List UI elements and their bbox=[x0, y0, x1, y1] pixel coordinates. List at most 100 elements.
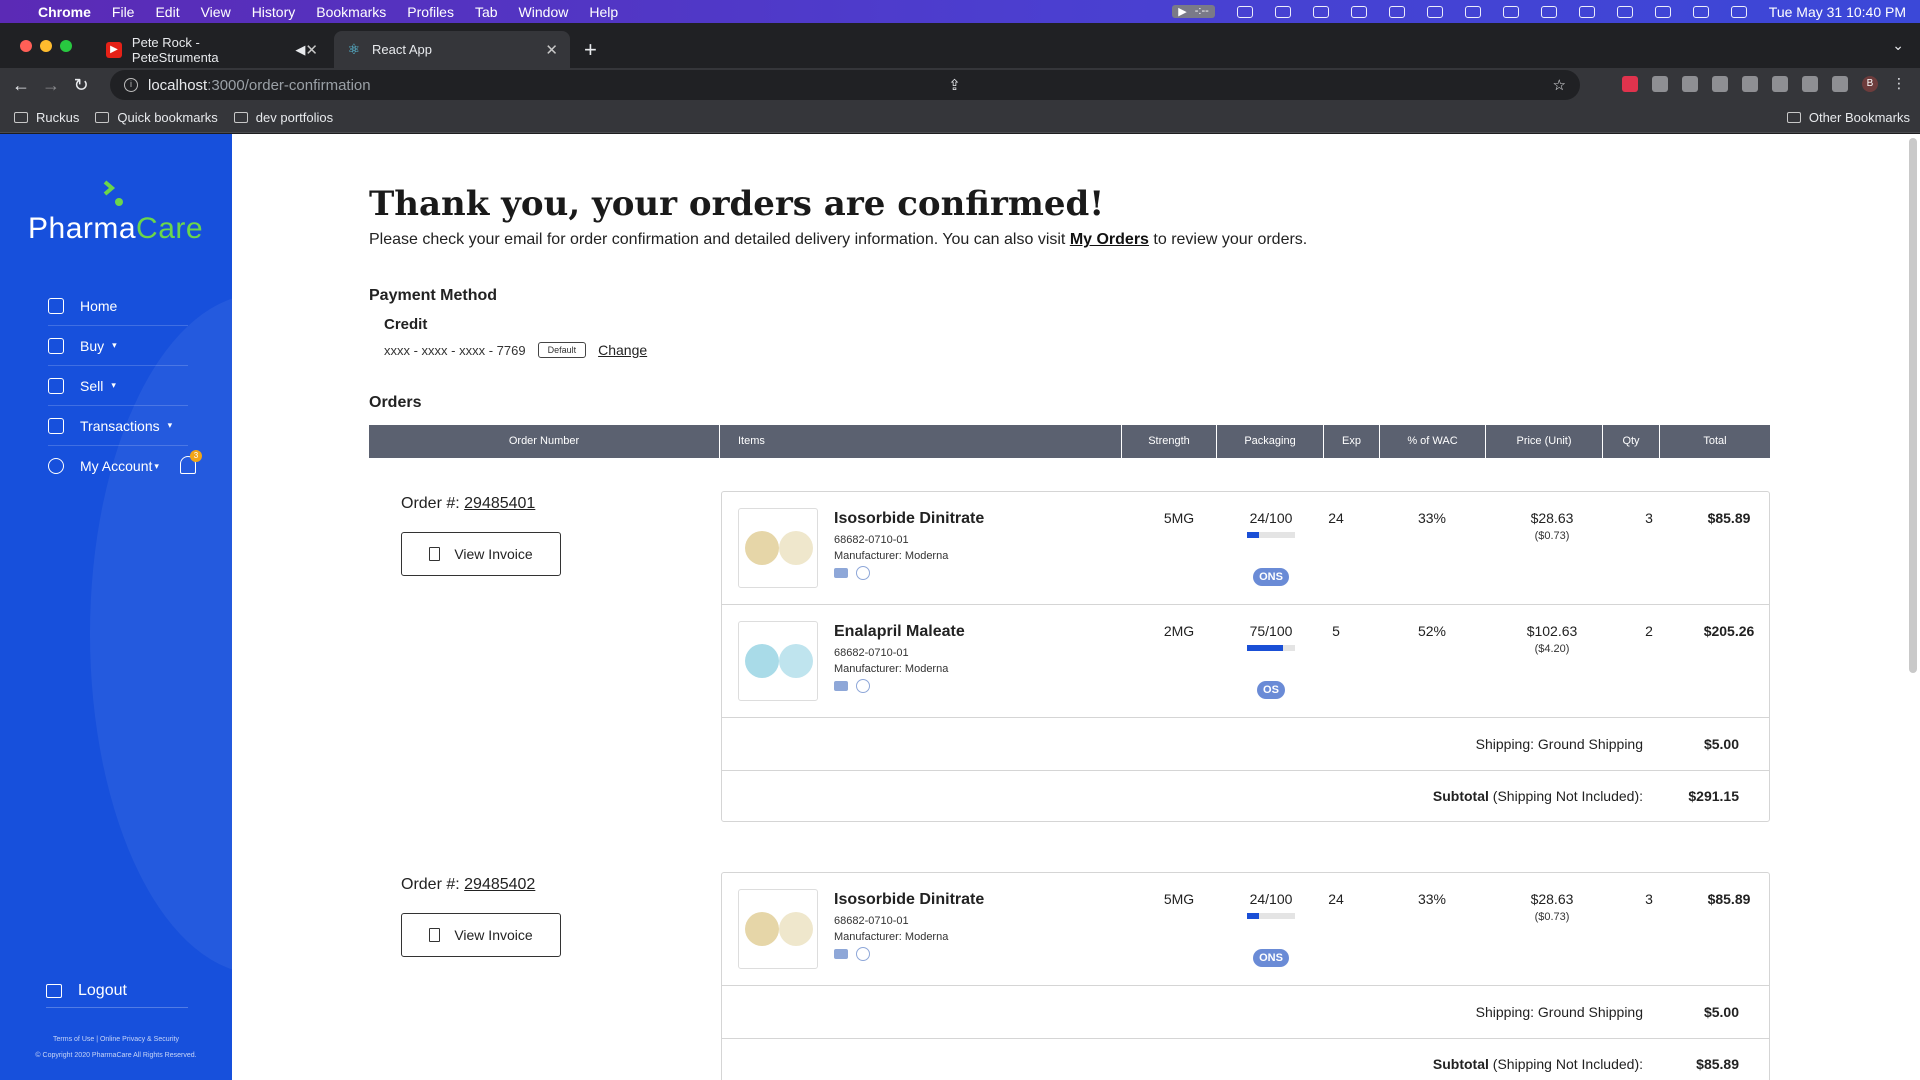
address-bar[interactable]: i localhost:3000/order-confirmation ⇪ ☆ bbox=[110, 70, 1580, 100]
view-invoice-button[interactable]: View Invoice bbox=[401, 913, 561, 957]
footer-links[interactable]: Terms of Use | Online Privacy & Security bbox=[0, 1032, 232, 1048]
user-icon[interactable] bbox=[1616, 5, 1633, 18]
change-payment-link[interactable]: Change bbox=[598, 342, 647, 358]
other-bookmarks[interactable]: Other Bookmarks bbox=[1786, 110, 1910, 125]
menu-view[interactable]: View bbox=[201, 4, 231, 20]
close-tab-icon[interactable]: ✕ bbox=[305, 41, 318, 59]
back-button[interactable]: ← bbox=[6, 75, 36, 96]
menu-bookmarks[interactable]: Bookmarks bbox=[316, 4, 386, 20]
bluetooth-icon[interactable] bbox=[1540, 5, 1557, 18]
tab-react-app[interactable]: ⚛ React App ✕ bbox=[334, 31, 570, 68]
tab-search-icon[interactable]: ⌄ bbox=[1892, 37, 1904, 54]
sidebar-item-transactions[interactable]: Transactions ▾ bbox=[48, 406, 188, 446]
close-window-button[interactable] bbox=[20, 40, 32, 52]
pill-image bbox=[779, 644, 813, 678]
order-item-row: Enalapril Maleate 68682-0710-01 Manufact… bbox=[722, 605, 1769, 718]
packaging: 75/100 bbox=[1249, 623, 1293, 639]
zoom-window-button[interactable] bbox=[60, 40, 72, 52]
share-icon[interactable]: ⇪ bbox=[948, 76, 961, 94]
reading-list-icon[interactable] bbox=[1802, 76, 1818, 92]
menu-tab[interactable]: Tab bbox=[475, 4, 498, 20]
clock-icon bbox=[856, 566, 870, 580]
puzzle-icon[interactable] bbox=[1772, 76, 1788, 92]
status-icon[interactable] bbox=[1312, 5, 1329, 18]
scrollbar[interactable] bbox=[1909, 138, 1917, 673]
cloud-icon[interactable] bbox=[1464, 5, 1481, 18]
unit-price: $28.63 bbox=[1530, 891, 1574, 907]
search-icon[interactable] bbox=[1654, 5, 1671, 18]
sidebar-item-home[interactable]: Home bbox=[48, 286, 188, 326]
forward-button[interactable]: → bbox=[36, 75, 66, 96]
bookmark-folder[interactable]: Ruckus bbox=[14, 110, 79, 125]
media-control[interactable]: ▶ -:-- bbox=[1172, 5, 1215, 18]
order-number-link[interactable]: 29485402 bbox=[464, 876, 535, 893]
battery-icon[interactable] bbox=[1578, 5, 1595, 18]
menu-window[interactable]: Window bbox=[519, 4, 569, 20]
youtube-icon: ▶ bbox=[106, 41, 122, 58]
menubar-clock[interactable]: Tue May 31 10:40 PM bbox=[1769, 4, 1906, 20]
cash-icon bbox=[48, 417, 64, 434]
menu-profiles[interactable]: Profiles bbox=[407, 4, 454, 20]
extension-icon[interactable] bbox=[1682, 76, 1698, 92]
strength: 5MG bbox=[1163, 891, 1195, 907]
exp: 24 bbox=[1328, 891, 1344, 907]
column-header: Packaging bbox=[1217, 425, 1324, 458]
bookmark-folder[interactable]: Quick bookmarks bbox=[95, 110, 218, 125]
clock-icon bbox=[856, 947, 870, 961]
drug-name[interactable]: Enalapril Maleate bbox=[834, 623, 965, 641]
status-icon[interactable] bbox=[1274, 5, 1291, 18]
tab-youtube[interactable]: ▶ Pete Rock - PeteStrumenta ◀ ✕ bbox=[94, 31, 330, 68]
order-item-row: Isosorbide Dinitrate 68682-0710-01 Manuf… bbox=[722, 873, 1769, 986]
menu-help[interactable]: Help bbox=[589, 4, 618, 20]
chevron-down-icon: ▾ bbox=[167, 420, 173, 430]
control-center-icon[interactable] bbox=[1692, 5, 1709, 18]
reload-button[interactable]: ↻ bbox=[66, 75, 96, 96]
shipping-row: Shipping: Ground Shipping $5.00 bbox=[722, 986, 1769, 1039]
url-path: :3000/order-confirmation bbox=[207, 76, 371, 94]
drug-name[interactable]: Isosorbide Dinitrate bbox=[834, 891, 984, 909]
side-panel-icon[interactable] bbox=[1832, 76, 1848, 92]
status-tag: ONS bbox=[1253, 949, 1289, 967]
sidebar-item-sell[interactable]: Sell ▾ bbox=[48, 366, 188, 406]
logout-button[interactable]: Logout bbox=[46, 974, 188, 1008]
bell-icon[interactable]: 3 bbox=[180, 450, 202, 474]
menu-edit[interactable]: Edit bbox=[155, 4, 179, 20]
status-icon[interactable] bbox=[1426, 5, 1443, 18]
bookmark-folder[interactable]: dev portfolios bbox=[233, 110, 333, 125]
packaging-fill bbox=[1247, 532, 1259, 538]
my-orders-link[interactable]: My Orders bbox=[1070, 231, 1149, 248]
minimize-window-button[interactable] bbox=[40, 40, 52, 52]
close-tab-icon[interactable]: ✕ bbox=[545, 41, 558, 59]
item-icons bbox=[834, 566, 870, 580]
order-number-link[interactable]: 29485401 bbox=[464, 495, 535, 512]
keyboard-icon[interactable] bbox=[1502, 5, 1519, 18]
menu-file[interactable]: File bbox=[112, 4, 135, 20]
more-menu-icon[interactable]: ⋮ bbox=[1892, 76, 1908, 92]
exp: 24 bbox=[1328, 510, 1344, 526]
notification-badge: 3 bbox=[190, 450, 202, 462]
bookmark-star-icon[interactable]: ☆ bbox=[1553, 76, 1566, 94]
moon-icon[interactable] bbox=[1388, 5, 1405, 18]
status-icon[interactable] bbox=[1236, 5, 1253, 18]
new-tab-button[interactable]: + bbox=[584, 37, 597, 63]
volume-icon[interactable] bbox=[1350, 5, 1367, 18]
extension-icon[interactable] bbox=[1742, 76, 1758, 92]
extension-icon[interactable] bbox=[1652, 76, 1668, 92]
extensions: B ⋮ bbox=[1622, 76, 1908, 92]
profile-avatar[interactable]: B bbox=[1862, 76, 1878, 92]
view-invoice-button[interactable]: View Invoice bbox=[401, 532, 561, 576]
extension-icon[interactable] bbox=[1622, 76, 1638, 92]
pharmacare-logo[interactable]: PharmaCare bbox=[28, 180, 208, 270]
menu-history[interactable]: History bbox=[252, 4, 296, 20]
sidebar-item-buy[interactable]: Buy ▾ bbox=[48, 326, 188, 366]
menu-app[interactable]: Chrome bbox=[38, 4, 91, 20]
siri-icon[interactable] bbox=[1730, 5, 1747, 18]
document-icon bbox=[429, 547, 441, 561]
site-info-icon[interactable]: i bbox=[124, 78, 138, 92]
sidebar-item-my-account[interactable]: My Account ▾ 3 bbox=[48, 446, 202, 486]
drug-name[interactable]: Isosorbide Dinitrate bbox=[834, 510, 984, 528]
copyright: © Copyright 2020 PharmaCare All Rights R… bbox=[35, 1052, 197, 1059]
column-header: Exp bbox=[1324, 425, 1380, 458]
speaker-icon[interactable]: ◀ bbox=[295, 42, 305, 58]
camera-icon[interactable] bbox=[1712, 76, 1728, 92]
